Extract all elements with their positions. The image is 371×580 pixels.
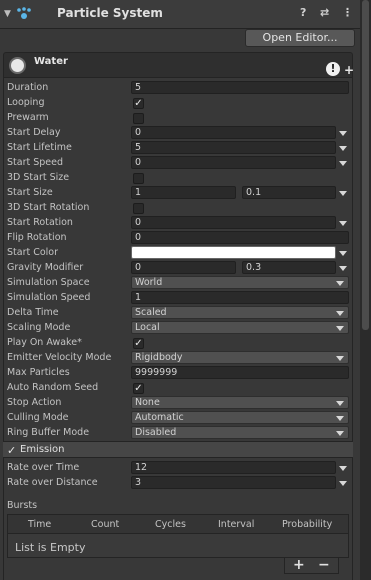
add-module-icon[interactable]: + <box>344 63 354 77</box>
simulation-space-label: Simulation Space <box>7 277 90 288</box>
rate-over-time-curve-dropdown-icon[interactable] <box>339 466 347 471</box>
vertical-scrollbar[interactable] <box>360 0 371 580</box>
module-name: Water <box>34 56 68 67</box>
flip-rotation-field[interactable]: 0 <box>131 231 349 244</box>
delta-time-dropdown[interactable]: Scaled <box>131 306 349 319</box>
menu-icon[interactable]: ⋮ <box>342 6 353 19</box>
start-size-label: Start Size <box>7 187 53 198</box>
duration-field[interactable]: 5 <box>131 81 349 94</box>
flip-rotation-label: Flip Rotation <box>7 232 67 243</box>
module-header[interactable]: Water ! + <box>3 52 354 78</box>
start-delay-field[interactable]: 0 <box>131 126 336 139</box>
3d-start-rotation-label: 3D Start Rotation <box>7 202 90 213</box>
emitter-velocity-mode-dropdown[interactable]: Rigidbody <box>131 351 349 364</box>
culling-mode-dropdown[interactable]: Automatic <box>131 411 349 424</box>
bursts-footer: + − <box>284 557 339 574</box>
stop-action-label: Stop Action <box>7 397 62 408</box>
looping-label: Looping <box>7 97 45 108</box>
component-title: Particle System <box>57 6 163 20</box>
rate-over-distance-field[interactable]: 3 <box>131 476 336 489</box>
simulation-speed-label: Simulation Speed <box>7 292 91 303</box>
ring-buffer-mode-label: Ring Buffer Mode <box>7 427 90 438</box>
rate-over-distance-label: Rate over Distance <box>7 477 98 488</box>
bursts-column-header: Interval <box>218 519 255 530</box>
remove-burst-button[interactable]: − <box>318 557 330 573</box>
emission-enable-checkbox[interactable]: ✓ <box>7 444 16 457</box>
3d-start-size-label: 3D Start Size <box>7 172 70 183</box>
start-lifetime-curve-dropdown-icon[interactable] <box>339 146 347 151</box>
bursts-empty-text: List is Empty <box>15 541 86 554</box>
auto-random-seed-label: Auto Random Seed <box>7 382 99 393</box>
open-editor-button[interactable]: Open Editor... <box>245 29 355 47</box>
presets-icon[interactable]: ⇄ <box>320 6 329 19</box>
play-on-awake-checkbox[interactable]: ✓ <box>133 338 144 349</box>
component-header: ▼ Particle System ? ⇄ ⋮ <box>0 0 360 29</box>
start-size-curve-dropdown-icon[interactable] <box>339 191 347 196</box>
help-icon[interactable]: ? <box>300 6 306 19</box>
play-on-awake-label: Play On Awake* <box>7 337 82 348</box>
bursts-column-header: Cycles <box>155 519 186 530</box>
bursts-table-header: Time Count Cycles Interval Probability <box>8 515 348 534</box>
start-speed-field[interactable]: 0 <box>131 156 336 169</box>
start-size-max-field[interactable]: 0.1 <box>242 186 336 199</box>
scaling-mode-label: Scaling Mode <box>7 322 71 333</box>
emitter-velocity-mode-label: Emitter Velocity Mode <box>7 352 112 363</box>
prewarm-checkbox[interactable] <box>133 113 144 124</box>
bursts-table: Time Count Cycles Interval Probability L… <box>7 514 349 558</box>
start-speed-label: Start Speed <box>7 157 64 168</box>
start-rotation-curve-dropdown-icon[interactable] <box>339 221 347 226</box>
start-rotation-field[interactable]: 0 <box>131 216 336 229</box>
gravity-modifier-label: Gravity Modifier <box>7 262 84 273</box>
simulation-speed-field[interactable]: 1 <box>131 291 349 304</box>
scrollbar-thumb[interactable] <box>362 0 369 330</box>
bursts-label: Bursts <box>7 500 38 511</box>
emission-module-header[interactable]: ✓ Emission <box>3 441 353 458</box>
info-icon[interactable]: ! <box>326 62 340 76</box>
start-lifetime-label: Start Lifetime <box>7 142 72 153</box>
start-rotation-label: Start Rotation <box>7 217 73 228</box>
gravity-modifier-curve-dropdown-icon[interactable] <box>339 266 347 271</box>
max-particles-label: Max Particles <box>7 367 70 378</box>
add-burst-button[interactable]: + <box>293 557 305 573</box>
particle-module-icon <box>9 57 26 74</box>
delta-time-label: Delta Time <box>7 307 59 318</box>
rate-over-time-field[interactable]: 12 <box>131 461 336 474</box>
start-delay-curve-dropdown-icon[interactable] <box>339 131 347 136</box>
start-color-swatch[interactable] <box>131 246 336 259</box>
prewarm-label: Prewarm <box>7 112 49 123</box>
3d-start-size-checkbox[interactable] <box>133 173 144 184</box>
auto-random-seed-checkbox[interactable]: ✓ <box>133 383 144 394</box>
stop-action-dropdown[interactable]: None <box>131 396 349 409</box>
start-size-min-field[interactable]: 1 <box>131 186 236 199</box>
rate-over-distance-curve-dropdown-icon[interactable] <box>339 481 347 486</box>
gravity-modifier-max-field[interactable]: 0.3 <box>242 261 336 274</box>
simulation-space-dropdown[interactable]: World <box>131 276 349 289</box>
particle-system-icon <box>16 7 32 24</box>
ring-buffer-mode-dropdown[interactable]: Disabled <box>131 426 349 439</box>
start-speed-curve-dropdown-icon[interactable] <box>339 161 347 166</box>
culling-mode-label: Culling Mode <box>7 412 69 423</box>
start-color-label: Start Color <box>7 247 59 258</box>
looping-checkbox[interactable]: ✓ <box>133 98 144 109</box>
bursts-column-header: Probability <box>282 519 333 530</box>
start-color-dropdown-icon[interactable] <box>339 251 347 256</box>
3d-start-rotation-checkbox[interactable] <box>133 203 144 214</box>
chevron-down-icon[interactable]: ▼ <box>4 9 11 19</box>
emission-title: Emission <box>20 444 65 455</box>
rate-over-time-label: Rate over Time <box>7 462 80 473</box>
scaling-mode-dropdown[interactable]: Local <box>131 321 349 334</box>
bursts-column-header: Time <box>28 519 52 530</box>
duration-label: Duration <box>7 82 49 93</box>
max-particles-field[interactable]: 9999999 <box>131 366 349 379</box>
start-lifetime-field[interactable]: 5 <box>131 141 336 154</box>
start-delay-label: Start Delay <box>7 127 61 138</box>
bursts-column-header: Count <box>91 519 120 530</box>
gravity-modifier-min-field[interactable]: 0 <box>131 261 236 274</box>
